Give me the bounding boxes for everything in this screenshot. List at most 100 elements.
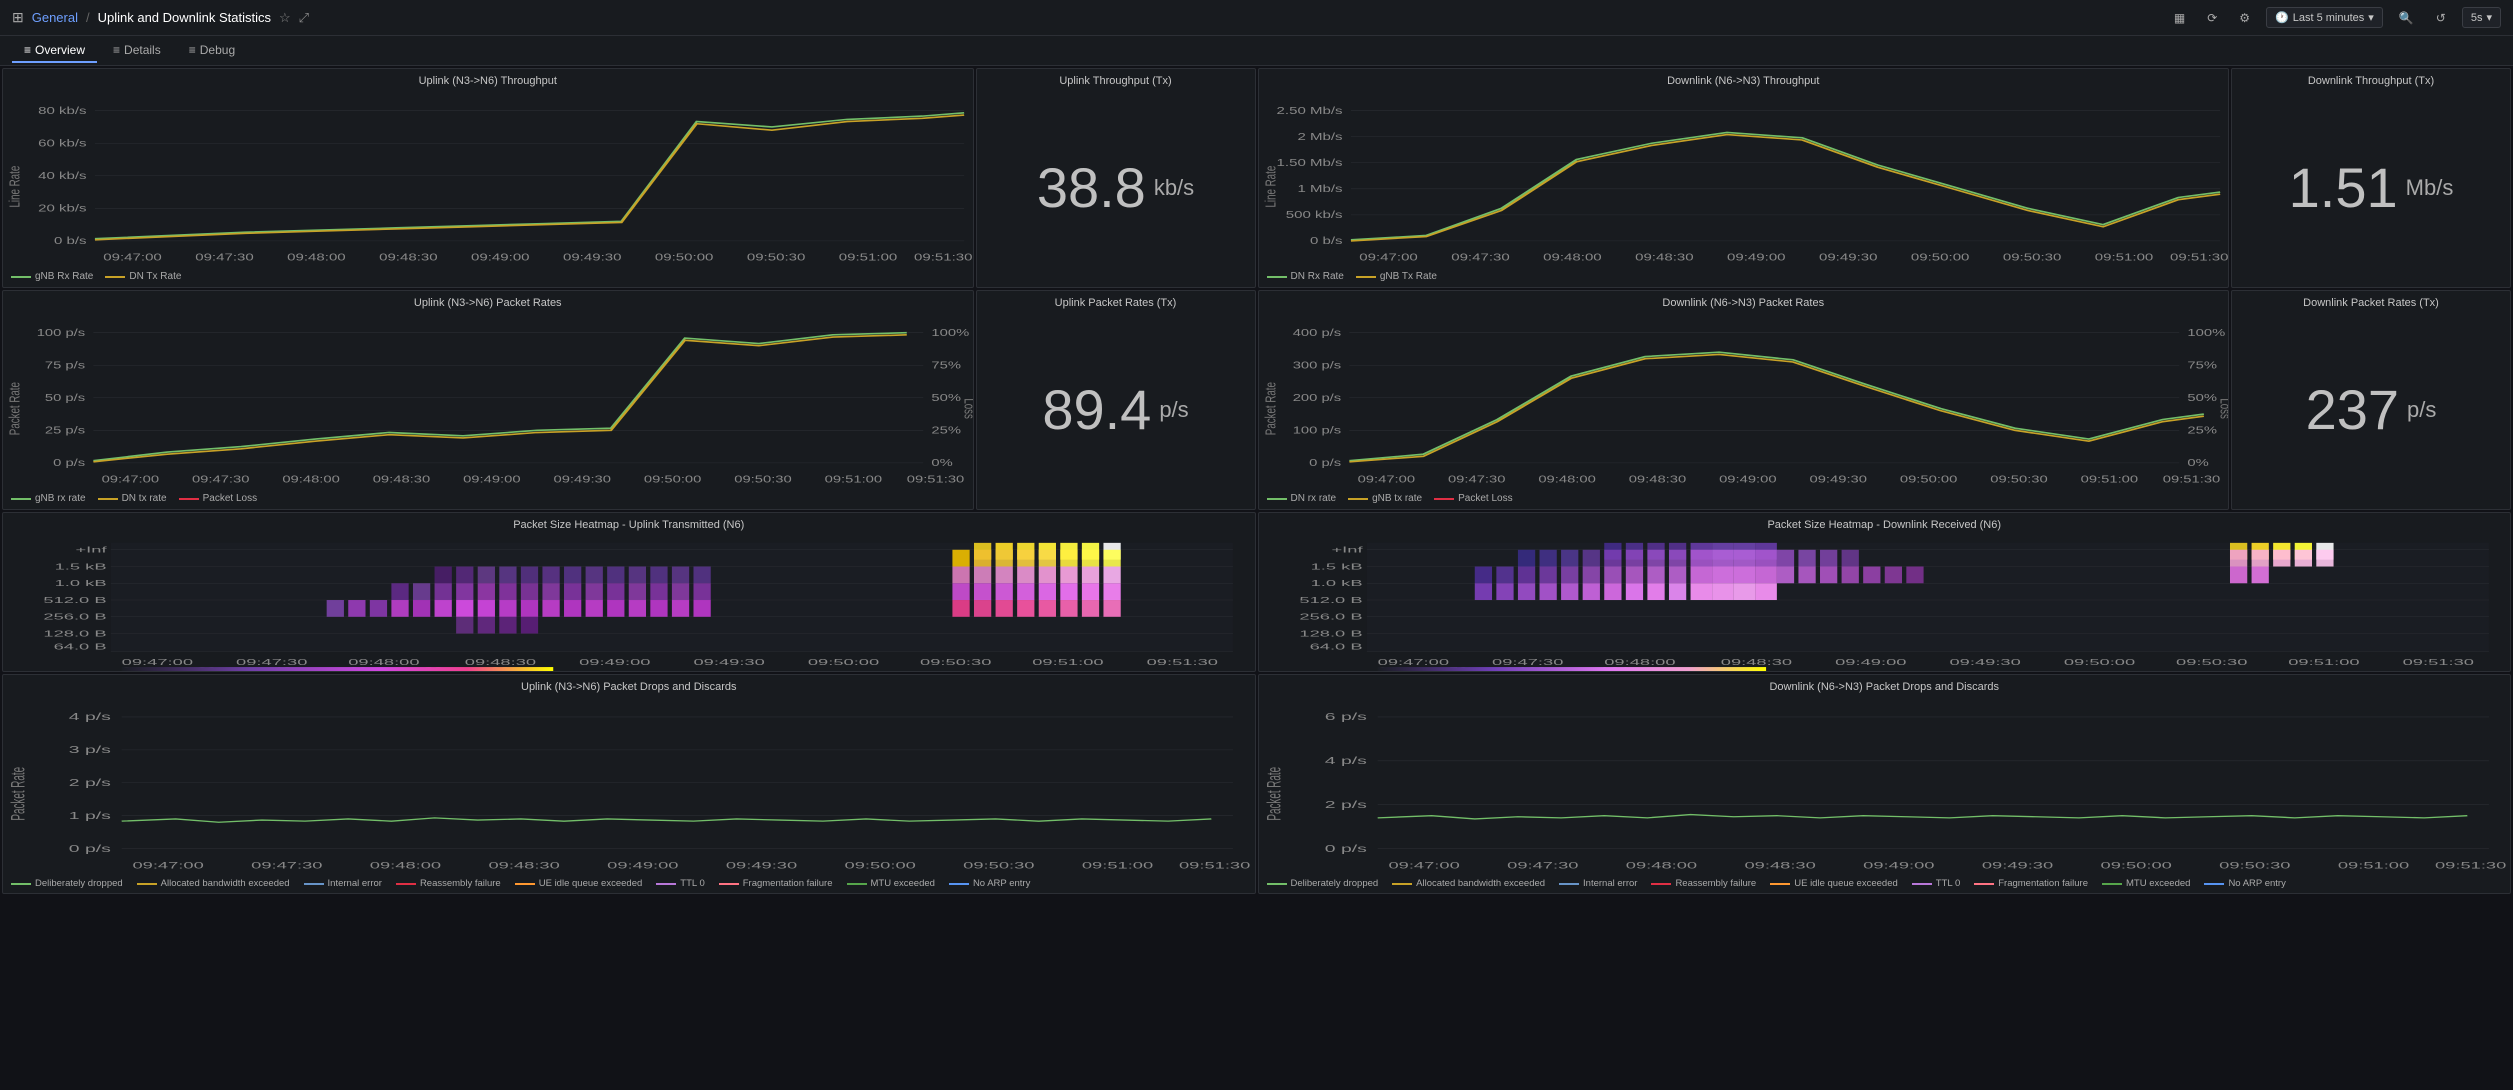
svg-text:09:48:00: 09:48:00 <box>370 861 441 871</box>
overview-icon: ≡ <box>24 43 31 57</box>
separator: / <box>86 10 90 25</box>
svg-text:09:50:00: 09:50:00 <box>2063 658 2134 667</box>
svg-text:09:48:30: 09:48:30 <box>1744 861 1815 871</box>
svg-text:09:51:00: 09:51:00 <box>2337 861 2408 871</box>
svg-text:0%: 0% <box>931 458 952 469</box>
search-button[interactable]: 🔍 <box>2393 7 2420 29</box>
svg-text:09:47:00: 09:47:00 <box>1357 474 1415 485</box>
time-label: Last 5 minutes <box>2293 12 2365 24</box>
legend-internal-error: Internal error <box>328 878 382 889</box>
svg-text:100%: 100% <box>2187 327 2225 338</box>
svg-text:0%: 0% <box>2187 458 2208 469</box>
svg-text:09:51:30: 09:51:30 <box>1147 658 1218 667</box>
svg-text:75%: 75% <box>2187 360 2217 371</box>
svg-text:09:47:30: 09:47:30 <box>251 861 322 871</box>
svg-text:09:50:30: 09:50:30 <box>734 474 792 485</box>
svg-text:09:48:00: 09:48:00 <box>287 252 346 263</box>
refresh-interval-value: 5s <box>2471 12 2483 24</box>
uplink-packet-stat-panel: Uplink Packet Rates (Tx) 89.4 p/s <box>976 290 1256 510</box>
legend-frag-failure: Fragmentation failure <box>743 878 833 889</box>
svg-text:1.5 kB: 1.5 kB <box>55 562 107 571</box>
svg-text:09:47:00: 09:47:00 <box>1359 252 1418 263</box>
svg-text:50%: 50% <box>931 392 961 403</box>
uplink-packet-svg: 100 p/s 75 p/s 50 p/s 25 p/s 0 p/s 100% … <box>3 311 973 490</box>
svg-text:75%: 75% <box>931 360 961 371</box>
share-icon[interactable]: ⤢ <box>299 10 309 26</box>
legend-dl-deliberately-dropped: Deliberately dropped <box>1291 878 1379 889</box>
settings-button[interactable]: ⚙ <box>2233 7 2256 29</box>
svg-text:09:51:30: 09:51:30 <box>2169 252 2228 263</box>
svg-text:20 kb/s: 20 kb/s <box>38 203 86 214</box>
refresh-button[interactable]: ↺ <box>2430 7 2452 29</box>
svg-text:25 p/s: 25 p/s <box>45 425 85 436</box>
svg-text:09:49:00: 09:49:00 <box>463 474 521 485</box>
svg-text:09:49:00: 09:49:00 <box>579 658 650 667</box>
legend-ttl0: TTL 0 <box>680 878 704 889</box>
dashboard-grid: Uplink (N3->N6) Throughput 80 kb/s 60 kb… <box>0 66 2513 1090</box>
legend-dl-packet-loss: Packet Loss <box>1458 493 1512 504</box>
svg-text:09:51:30: 09:51:30 <box>2434 861 2505 871</box>
svg-text:50 p/s: 50 p/s <box>45 392 85 403</box>
svg-text:09:48:30: 09:48:30 <box>373 474 431 485</box>
svg-text:25%: 25% <box>931 425 961 436</box>
legend-dl-no-arp: No ARP entry <box>2228 878 2285 889</box>
svg-text:256.0 B: 256.0 B <box>43 613 106 622</box>
svg-text:Packet Rate: Packet Rate <box>6 382 23 435</box>
svg-text:09:48:00: 09:48:00 <box>1625 861 1696 871</box>
svg-text:3 p/s: 3 p/s <box>69 745 111 756</box>
breadcrumb-home[interactable]: General <box>32 10 78 25</box>
legend-gnb-tx-rate: gNB tx rate <box>1372 493 1422 504</box>
page-title: Uplink and Downlink Statistics <box>98 10 271 25</box>
clock-icon: 🕐 <box>2275 11 2289 24</box>
uplink-throughput-chart-area: 80 kb/s 60 kb/s 40 kb/s 20 kb/s 0 b/s Li… <box>3 89 973 268</box>
topbar-left: ⊞ General / Uplink and Downlink Statisti… <box>12 9 309 26</box>
legend-dl-allocated-bw: Allocated bandwidth exceeded <box>1416 878 1545 889</box>
downlink-packet-svg: 400 p/s 300 p/s 200 p/s 100 p/s 0 p/s 10… <box>1259 311 2229 490</box>
legend-gnb-tx: gNB Tx Rate <box>1380 271 1437 282</box>
uplink-packet-chart-area: 100 p/s 75 p/s 50 p/s 25 p/s 0 p/s 100% … <box>3 311 973 490</box>
svg-text:09:49:30: 09:49:30 <box>1949 658 2020 667</box>
svg-text:40 kb/s: 40 kb/s <box>38 171 86 182</box>
svg-text:80 kb/s: 80 kb/s <box>38 105 86 116</box>
legend-reassembly-failure: Reassembly failure <box>420 878 501 889</box>
nav-tabs: ≡ Overview ≡ Details ≡ Debug <box>0 36 2513 66</box>
topbar: ⊞ General / Uplink and Downlink Statisti… <box>0 0 2513 36</box>
svg-text:60 kb/s: 60 kb/s <box>38 138 86 149</box>
star-icon[interactable]: ☆ <box>279 10 291 26</box>
refresh-interval[interactable]: 5s ▾ <box>2462 7 2501 28</box>
svg-text:09:50:30: 09:50:30 <box>2002 252 2061 263</box>
svg-text:Loss: Loss <box>961 398 973 419</box>
svg-text:09:50:30: 09:50:30 <box>2219 861 2290 871</box>
svg-text:1.50 Mb/s: 1.50 Mb/s <box>1276 158 1342 169</box>
tab-overview[interactable]: ≡ Overview <box>12 39 97 63</box>
svg-text:09:47:30: 09:47:30 <box>1451 252 1510 263</box>
uplink-drops-chart-area: 4 p/s 3 p/s 2 p/s 1 p/s 0 p/s Packet Rat… <box>3 695 1255 876</box>
svg-text:0 p/s: 0 p/s <box>69 844 111 855</box>
svg-text:09:51:30: 09:51:30 <box>2162 474 2220 485</box>
downlink-packet-stat-panel: Downlink Packet Rates (Tx) 237 p/s <box>2231 290 2511 510</box>
tab-debug[interactable]: ≡ Debug <box>177 39 247 63</box>
bar-chart-button[interactable]: ▦ <box>2168 7 2191 29</box>
history-button[interactable]: ⟳ <box>2201 7 2223 29</box>
legend-no-arp: No ARP entry <box>973 878 1030 889</box>
legend-gnb-rx-rate: gNB rx rate <box>35 493 86 504</box>
downlink-throughput-stat-title: Downlink Throughput (Tx) <box>2232 69 2510 89</box>
svg-text:09:49:00: 09:49:00 <box>471 252 530 263</box>
svg-text:09:51:00: 09:51:00 <box>1082 861 1153 871</box>
svg-text:09:49:30: 09:49:30 <box>563 252 622 263</box>
svg-text:64.0 B: 64.0 B <box>54 642 107 651</box>
downlink-throughput-value: 1.51 <box>2289 160 2398 216</box>
svg-text:09:51:30: 09:51:30 <box>1179 861 1250 871</box>
downlink-packet-stat-title: Downlink Packet Rates (Tx) <box>2232 291 2510 311</box>
uplink-throughput-chart-panel: Uplink (N3->N6) Throughput 80 kb/s 60 kb… <box>2 68 974 288</box>
tab-details[interactable]: ≡ Details <box>101 39 173 63</box>
svg-text:09:49:30: 09:49:30 <box>693 658 764 667</box>
legend-gnb-rx: gNB Rx Rate <box>35 271 93 282</box>
legend-ue-idle-queue: UE idle queue exceeded <box>539 878 643 889</box>
uplink-throughput-unit: kb/s <box>1154 175 1194 201</box>
svg-text:09:49:00: 09:49:00 <box>1835 658 1906 667</box>
svg-text:09:48:30: 09:48:30 <box>488 861 559 871</box>
svg-text:64.0 B: 64.0 B <box>1309 642 1362 651</box>
svg-text:09:49:30: 09:49:30 <box>553 474 611 485</box>
time-selector[interactable]: 🕐 Last 5 minutes ▾ <box>2266 7 2383 28</box>
